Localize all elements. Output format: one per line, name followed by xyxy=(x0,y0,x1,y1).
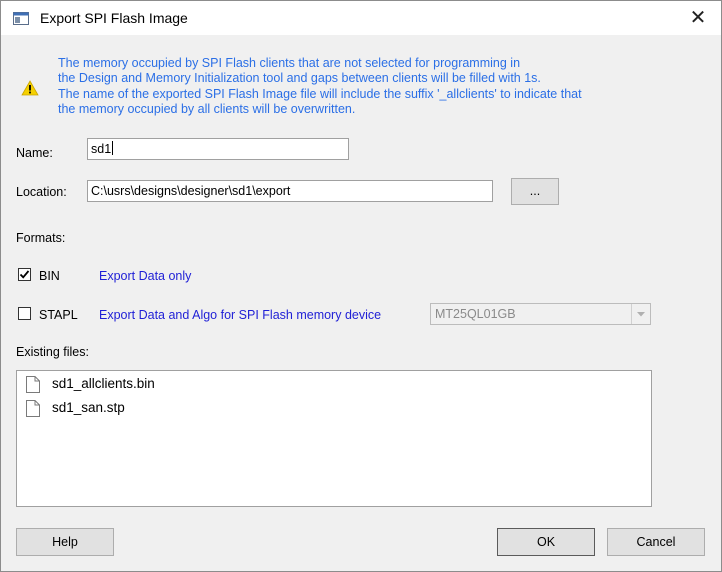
location-label: Location: xyxy=(16,185,67,199)
close-icon: ✕ xyxy=(689,7,707,29)
existing-files-label: Existing files: xyxy=(16,345,89,359)
stapl-checkbox[interactable] xyxy=(18,307,31,320)
chevron-down-icon xyxy=(631,304,650,324)
info-message: The memory occupied by SPI Flash clients… xyxy=(58,56,708,117)
file-name: sd1_san.stp xyxy=(52,400,125,415)
bin-description: Export Data only xyxy=(99,269,192,283)
bin-label: BIN xyxy=(39,269,60,283)
name-label: Name: xyxy=(16,146,53,160)
device-select-value: MT25QL01GB xyxy=(435,307,516,321)
window-icon xyxy=(13,12,29,25)
name-field[interactable]: sd1 xyxy=(87,138,349,160)
export-spi-flash-dialog: Export SPI Flash Image ✕ The memory occu… xyxy=(0,0,722,572)
device-select[interactable]: MT25QL01GB xyxy=(430,303,651,325)
title-bar: Export SPI Flash Image ✕ xyxy=(1,1,721,35)
location-value: C:\usrs\designs\designer\sd1\export xyxy=(91,184,291,198)
name-value: sd1 xyxy=(91,142,112,156)
file-name: sd1_allclients.bin xyxy=(52,376,155,391)
location-field[interactable]: C:\usrs\designs\designer\sd1\export xyxy=(87,180,493,202)
window-title: Export SPI Flash Image xyxy=(40,10,188,26)
existing-files-list[interactable]: sd1_allclients.bin sd1_san.stp xyxy=(16,370,652,507)
info-line: the memory occupied by all clients will … xyxy=(58,101,356,116)
file-icon xyxy=(26,376,40,393)
cancel-button[interactable]: Cancel xyxy=(607,528,705,556)
info-line: the Design and Memory Initialization too… xyxy=(58,71,541,86)
formats-label: Formats: xyxy=(16,231,66,245)
info-line: The memory occupied by SPI Flash clients… xyxy=(58,56,521,70)
close-button[interactable]: ✕ xyxy=(675,1,721,35)
help-button[interactable]: Help xyxy=(16,528,114,556)
checkmark-icon xyxy=(19,270,30,279)
stapl-description: Export Data and Algo for SPI Flash memor… xyxy=(99,308,382,322)
browse-button[interactable]: ... xyxy=(511,178,559,205)
bin-checkbox[interactable] xyxy=(18,268,31,281)
ok-button[interactable]: OK xyxy=(497,528,595,556)
info-line: The name of the exported SPI Flash Image… xyxy=(58,86,582,101)
file-icon xyxy=(26,400,40,417)
stapl-label: STAPL xyxy=(39,308,78,322)
warning-icon xyxy=(21,80,39,96)
